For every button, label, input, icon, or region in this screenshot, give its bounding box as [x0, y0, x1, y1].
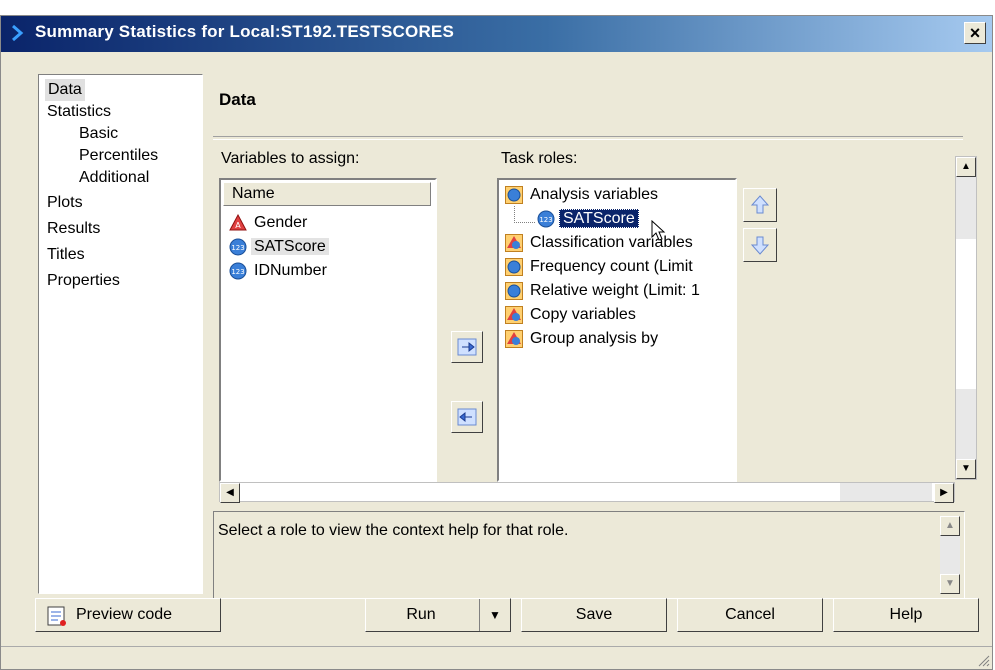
navigation-tree[interactable]: Data Statistics Basic Percentiles Additi…	[38, 74, 203, 594]
group-role-icon	[505, 329, 523, 348]
svg-text:123: 123	[539, 216, 552, 224]
context-help-text: Select a role to view the context help f…	[218, 522, 569, 539]
task-roles-label: Task roles:	[501, 150, 578, 167]
character-variable-icon: A	[229, 213, 247, 231]
analysis-role-icon	[505, 185, 523, 204]
list-item[interactable]: A Gender	[229, 212, 310, 234]
resize-grip-icon[interactable]	[976, 653, 990, 667]
svg-text:123: 123	[231, 268, 244, 276]
save-button[interactable]: Save	[521, 598, 667, 632]
svg-text:123: 123	[231, 244, 244, 252]
arrow-right-icon	[457, 338, 477, 356]
scroll-thumb[interactable]	[956, 239, 976, 389]
nav-item-statistics[interactable]: Statistics	[47, 101, 111, 123]
dialog-window: Summary Statistics for Local:ST192.TESTS…	[0, 15, 993, 670]
role-relative-weight[interactable]: Relative weight (Limit: 1	[505, 280, 703, 302]
variables-label: Variables to assign:	[221, 150, 360, 167]
help-button[interactable]: Help	[833, 598, 979, 632]
help-scroll-up-button[interactable]: ▲	[940, 516, 960, 536]
copy-role-icon	[505, 305, 523, 324]
scroll-track-upper[interactable]	[956, 177, 976, 239]
move-down-button[interactable]	[743, 228, 777, 262]
numeric-variable-icon: 123	[229, 262, 247, 280]
nav-item-basic[interactable]: Basic	[79, 123, 118, 145]
scroll-track-lower[interactable]	[956, 389, 976, 459]
role-frequency-count[interactable]: Frequency count (Limit	[505, 256, 696, 278]
mouse-cursor-icon	[651, 220, 666, 241]
app-icon	[12, 24, 24, 42]
nav-item-titles[interactable]: Titles	[47, 244, 85, 266]
nav-item-properties[interactable]: Properties	[47, 270, 120, 292]
help-scroll-down-button[interactable]: ▼	[940, 574, 960, 594]
numeric-variable-icon: 123	[537, 210, 555, 228]
list-item[interactable]: 123 SATScore	[229, 236, 329, 258]
nav-item-results[interactable]: Results	[47, 218, 100, 240]
nav-item-data[interactable]: Data	[45, 79, 85, 101]
scroll-left-button[interactable]: ◀	[220, 483, 240, 503]
section-title: Data	[219, 90, 256, 109]
section-divider	[213, 136, 963, 140]
role-group-analysis-by[interactable]: Group analysis by	[505, 328, 661, 350]
context-help-box: Select a role to view the context help f…	[213, 511, 965, 599]
preview-code-button[interactable]: Preview code	[35, 598, 221, 632]
task-roles-tree[interactable]: Analysis variables 123 SATScore Classifi…	[497, 178, 737, 482]
preview-code-icon	[47, 606, 66, 626]
move-up-button[interactable]	[743, 188, 777, 222]
frequency-role-icon	[505, 257, 523, 276]
vertical-scrollbar[interactable]: ▲ ▼	[955, 156, 977, 480]
role-analysis-variables[interactable]: Analysis variables	[505, 184, 661, 206]
role-classification-variables[interactable]: Classification variables	[505, 232, 696, 254]
name-column-header[interactable]: Name	[223, 182, 431, 206]
close-button[interactable]: ×	[964, 22, 986, 44]
run-dropdown-button[interactable]: ▼	[479, 599, 510, 631]
arrow-down-icon	[750, 236, 770, 255]
role-assigned-variable[interactable]: 123 SATScore	[537, 208, 639, 230]
nav-item-additional[interactable]: Additional	[79, 167, 149, 189]
scroll-track[interactable]	[840, 483, 932, 501]
scroll-down-button[interactable]: ▼	[956, 459, 976, 479]
cancel-button[interactable]: Cancel	[677, 598, 823, 632]
tree-connector	[514, 206, 535, 223]
role-copy-variables[interactable]: Copy variables	[505, 304, 639, 326]
run-button[interactable]: Run ▼	[365, 598, 511, 632]
title-bar[interactable]: Summary Statistics for Local:ST192.TESTS…	[1, 16, 992, 52]
scroll-right-button[interactable]: ▶	[934, 483, 954, 503]
numeric-variable-icon: 123	[229, 238, 247, 256]
arrow-left-icon	[457, 408, 477, 426]
horizontal-scrollbar[interactable]: ◀ ▶	[219, 482, 955, 503]
status-bar	[1, 646, 992, 669]
chevron-down-icon: ▼	[489, 608, 501, 622]
weight-role-icon	[505, 281, 523, 300]
nav-item-plots[interactable]: Plots	[47, 192, 83, 214]
help-scrollbar[interactable]: ▲ ▼	[940, 516, 960, 594]
arrow-up-icon	[750, 195, 770, 214]
nav-item-percentiles[interactable]: Percentiles	[79, 145, 158, 167]
classification-role-icon	[505, 233, 523, 252]
add-variable-button[interactable]	[451, 331, 483, 363]
remove-variable-button[interactable]	[451, 401, 483, 433]
window-title: Summary Statistics for Local:ST192.TESTS…	[35, 22, 455, 41]
list-item[interactable]: 123 IDNumber	[229, 260, 330, 282]
scroll-up-button[interactable]: ▲	[956, 157, 976, 177]
svg-text:A: A	[235, 221, 241, 230]
variables-list[interactable]: Name A Gender 123 SATScore 123 IDNumber	[219, 178, 437, 482]
